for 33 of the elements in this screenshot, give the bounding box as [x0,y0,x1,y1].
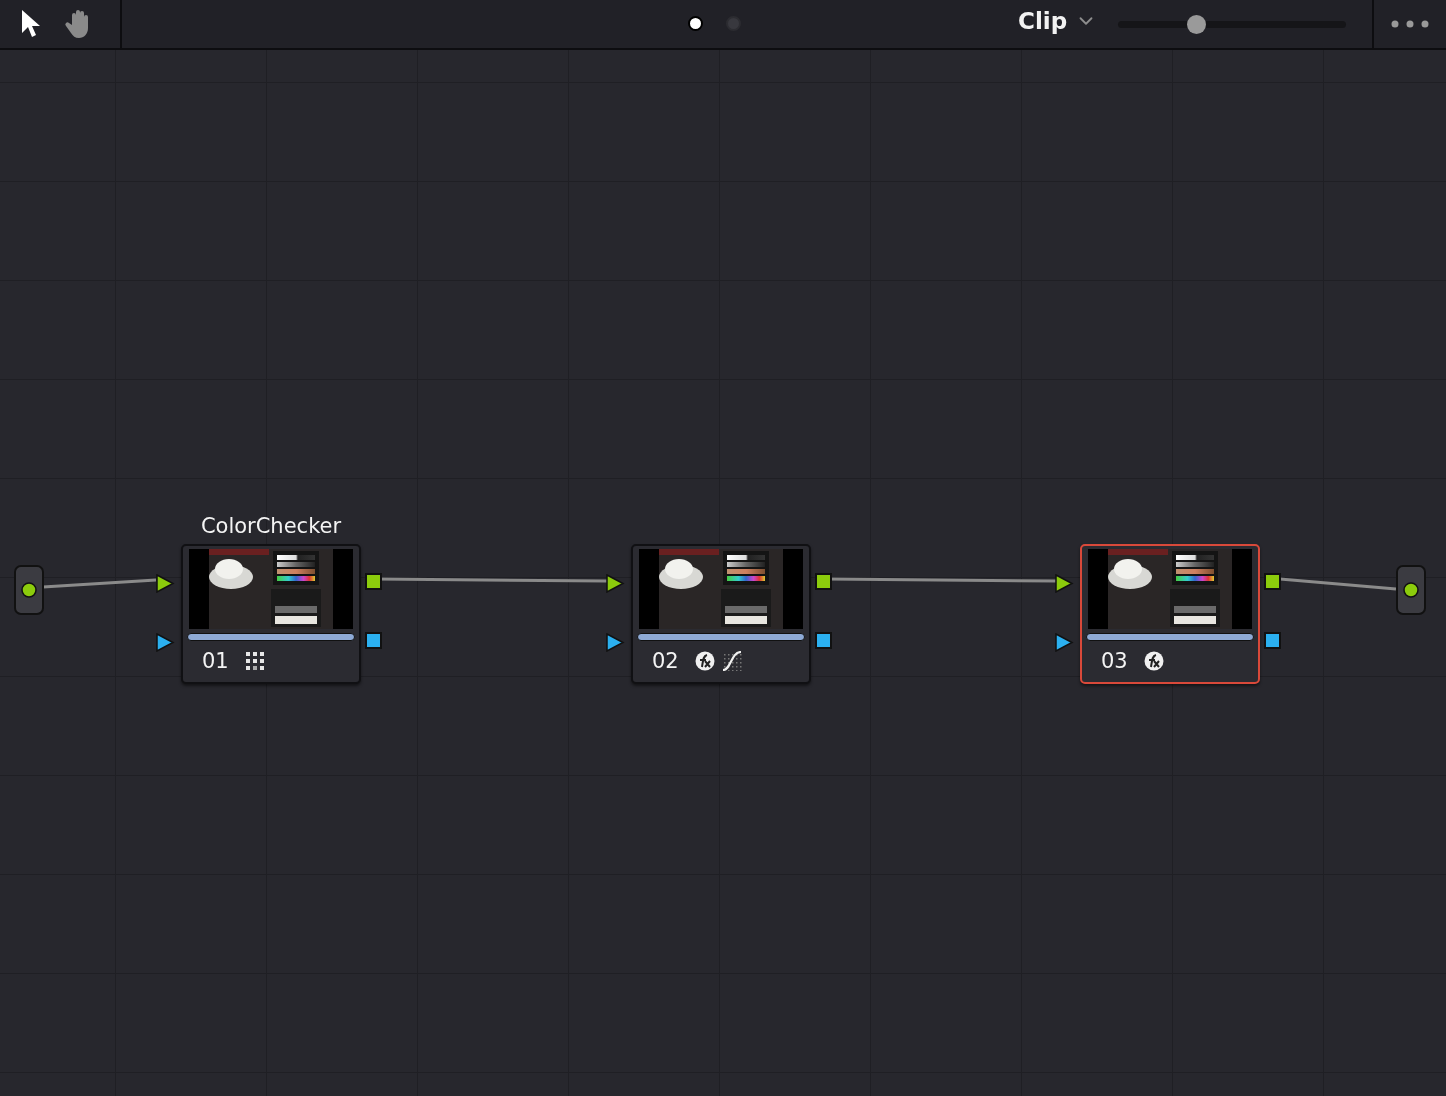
curve-icon [720,651,743,671]
node-label: ColorChecker [199,514,343,538]
output-square-icon[interactable] [815,573,832,590]
graph-node[interactable]: 03 [1080,544,1260,684]
mode-dropdown[interactable]: Clip [1014,8,1102,34]
input-triangle-icon[interactable] [1055,574,1074,593]
graph-node[interactable]: 01 [181,544,361,684]
pointer-tool[interactable] [20,9,42,39]
input-triangle-icon[interactable] [156,633,175,652]
output-square-icon[interactable] [1264,573,1281,590]
output-square-icon[interactable] [1264,632,1281,649]
node-number: 03 [1101,649,1128,673]
input-triangle-icon[interactable] [606,633,625,652]
input-triangle-icon[interactable] [606,574,625,593]
dot-grid-icon [244,651,265,671]
output-square-icon[interactable] [815,632,832,649]
node-number: 02 [652,649,679,673]
port-dot-icon [1403,582,1419,598]
slider-thumb[interactable] [1186,15,1206,34]
page-dot[interactable] [726,16,741,31]
effects-icon [694,651,715,671]
input-triangle-icon[interactable] [156,574,175,593]
output-square-icon[interactable] [365,632,382,649]
output-node[interactable] [1396,565,1426,615]
source-node[interactable] [14,565,44,615]
node-number: 01 [202,649,229,673]
port-dot-icon [21,582,37,598]
input-triangle-icon[interactable] [1055,633,1074,652]
graph-node[interactable]: 02 [631,544,811,684]
effects-icon [1143,651,1164,671]
ellipsis-icon [1391,19,1429,29]
output-square-icon[interactable] [365,573,382,590]
page-dot[interactable] [688,16,703,31]
